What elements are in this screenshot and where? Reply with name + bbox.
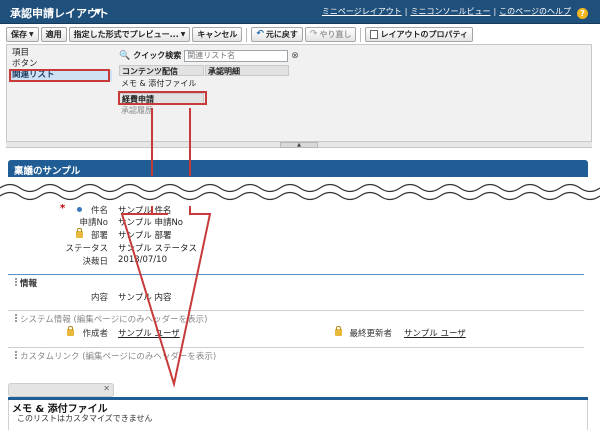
field-value: サンプル 内容 (118, 293, 172, 303)
section-divider (8, 347, 584, 348)
field-value: サンプル ユーザ (404, 329, 466, 339)
lock-icon (76, 228, 83, 238)
section-title: 稟議のサンプル (14, 166, 81, 177)
related-list-note: このリストはカスタマイズできません (17, 414, 153, 423)
search-icon: 🔍 (119, 50, 131, 61)
properties-icon (370, 30, 379, 39)
section-divider (8, 274, 584, 275)
page-help-link[interactable]: このページのヘルプ (499, 7, 571, 16)
quick-search: 🔍 クイック検索 ⊗ (119, 49, 299, 62)
system-section-title[interactable]: システム情報 (編集ページにのみヘッダーを表示) (20, 313, 207, 325)
field-value: サンプル ステータス (118, 244, 197, 254)
page-header: 承認申請レイアウト ▼ ミニページレイアウト | ミニコンソールビュー | このページの… (0, 0, 600, 24)
field-label: 内容 (90, 293, 108, 303)
required-dot-icon (77, 207, 82, 212)
category-fields[interactable]: 項目 (10, 48, 112, 59)
palette: 項目 ボタン 関連リスト 🔍 クイック検索 ⊗ コンテンツ配信 承認明細 メモ … (6, 44, 592, 148)
custom-links-title[interactable]: カスタムリンク (編集ページにのみヘッダーを表示) (20, 350, 216, 362)
mini-page-layout-link[interactable]: ミニページレイアウト (322, 7, 402, 16)
field-label: 件名 (90, 206, 108, 216)
section-divider (8, 310, 584, 311)
header-links: ミニページレイアウト | ミニコンソールビュー | このページのヘルプ? (322, 6, 588, 19)
section-header[interactable]: 稟議のサンプル (8, 160, 588, 177)
field-label: 決裁日 (82, 257, 108, 267)
close-icon[interactable]: ✕ (103, 384, 110, 393)
field-label: 作成者 (82, 329, 108, 339)
preview-as-button[interactable]: 指定した形式でプレビュー... ▼ (68, 27, 191, 42)
redo-icon: ↷ (309, 29, 318, 39)
tile-approval-detail[interactable]: 承認明細 (205, 65, 289, 76)
toolbar: 保存 ▼ 適用 指定した形式でプレビュー... ▼ キャンセル ↶ 元に戻す ↷ やり直… (6, 26, 473, 43)
required-marker: * (60, 203, 66, 214)
info-section-title[interactable]: 情報 (20, 277, 37, 289)
apply-button[interactable]: 適用 (40, 27, 67, 42)
drag-handle-icon[interactable] (15, 314, 17, 322)
clear-icon[interactable]: ⊗ (291, 51, 299, 61)
field-value: サンプル ユーザ (118, 329, 180, 339)
help-icon[interactable]: ? (577, 8, 588, 19)
drag-handle-icon[interactable] (15, 278, 17, 286)
quick-search-label: クイック検索 (133, 51, 182, 60)
drag-handle-icon[interactable] (15, 351, 17, 359)
field-value: 2013/07/10 (118, 255, 167, 265)
mini-console-view-link[interactable]: ミニコンソールビュー (410, 7, 490, 16)
break-line (0, 178, 600, 204)
tile-notes-attachments[interactable]: メモ & 添付ファイル (119, 78, 196, 89)
palette-splitter[interactable]: ▲ (6, 141, 592, 148)
toolbar-divider (360, 27, 362, 42)
undo-icon: ↶ (256, 29, 264, 39)
quick-search-input[interactable] (184, 49, 289, 62)
lock-icon (335, 326, 342, 336)
lock-icon (67, 326, 74, 336)
save-button[interactable]: 保存 ▼ (6, 27, 39, 42)
field-label: ステータス (65, 244, 108, 254)
related-list-handle[interactable]: ✕ (8, 383, 114, 397)
layout-properties-button[interactable]: レイアウトのプロパティ (365, 27, 473, 42)
highlight-box (9, 69, 110, 82)
redo-button[interactable]: ↷ やり直し (304, 27, 357, 42)
field-label: 最終更新者 (349, 329, 392, 339)
tile-content-delivery[interactable]: コンテンツ配信 (119, 65, 204, 76)
chevron-down-icon[interactable]: ▼ (29, 28, 34, 41)
cancel-button[interactable]: キャンセル (192, 27, 243, 42)
field-value: サンプル 部署 (118, 231, 172, 241)
tile-approval-history[interactable]: 承認履歴 (119, 105, 153, 116)
chevron-down-icon[interactable]: ▼ (181, 28, 186, 41)
toolbar-divider (246, 27, 248, 42)
highlight-box (118, 91, 207, 105)
field-label: 申請No (79, 218, 108, 228)
chevron-down-icon[interactable]: ▼ (95, 7, 101, 16)
undo-button[interactable]: ↶ 元に戻す (251, 27, 303, 42)
field-value: サンプル 件名 (118, 206, 172, 216)
field-label: 部署 (90, 231, 108, 241)
field-value: サンプル 申請No (118, 218, 184, 228)
